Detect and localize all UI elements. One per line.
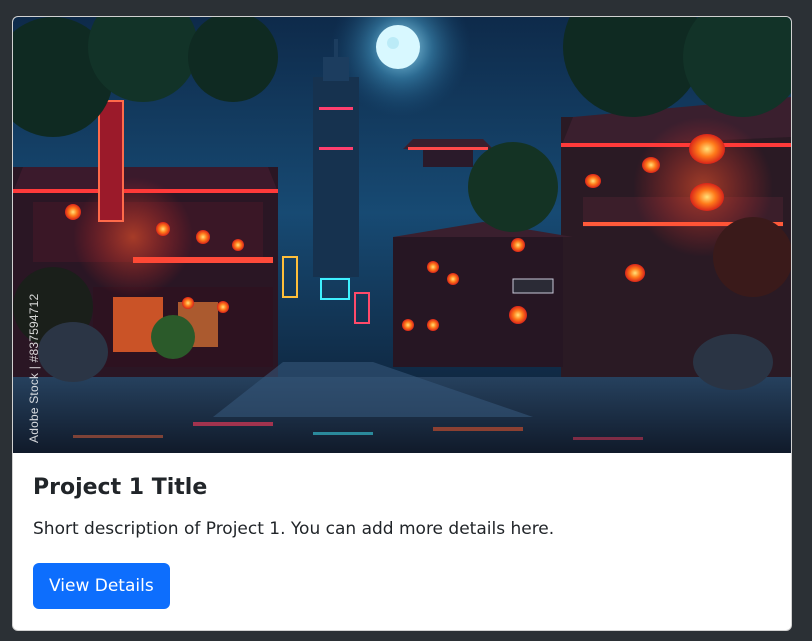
card-image — [13, 17, 791, 453]
card-description: Short description of Project 1. You can … — [33, 519, 555, 539]
image-watermark: Adobe Stock | #837594712 — [27, 293, 41, 443]
project-card: Adobe Stock | #837594712 Project 1 Title… — [12, 16, 792, 631]
view-details-button[interactable]: View Details — [33, 563, 170, 609]
card-title: Project 1 Title — [33, 475, 208, 500]
